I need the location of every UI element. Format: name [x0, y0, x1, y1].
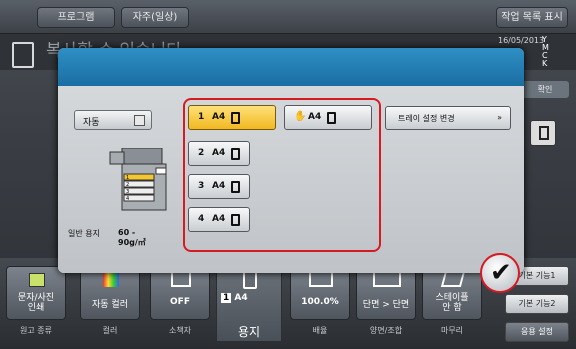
paper-icon [243, 271, 257, 289]
copy-icon [12, 42, 34, 68]
original-type-label: 원고 종류 [20, 326, 52, 335]
side-panel-button[interactable] [530, 120, 556, 146]
zoom-icon [309, 271, 333, 287]
auto-paper-checkbox [134, 115, 145, 126]
tray-2-size: A4 [212, 148, 226, 158]
tray-4-button[interactable]: 4 A4 [188, 207, 250, 232]
zoom-button[interactable]: 100.0% [290, 266, 350, 320]
paper-tab-label: 용지 [237, 325, 261, 339]
tray-4-size: A4 [212, 214, 226, 224]
paper-weight-line2: 90g/㎡ [118, 238, 146, 247]
bypass-tray-size: A4 [308, 112, 322, 122]
ok-button[interactable]: ✔ [480, 253, 520, 293]
paper-tab-size: 1 A4 [221, 293, 248, 303]
finishing-label: 마무리 [440, 326, 464, 335]
portrait-icon [231, 148, 240, 160]
portrait-icon [231, 214, 240, 226]
svg-text:3: 3 [126, 189, 129, 195]
tray-2-number: 2 [198, 148, 205, 158]
tray-2-button[interactable]: 2 A4 [188, 141, 250, 166]
svg-text:2: 2 [126, 182, 129, 188]
booklet-value: OFF [170, 297, 190, 307]
tray-3-number: 3 [198, 181, 205, 191]
basic-function-2-button[interactable]: 기본 기능2 [505, 294, 569, 314]
duplex-icon [373, 271, 401, 287]
tab-job-list[interactable]: 작업 목록 표시 [496, 7, 568, 28]
toner-indicator: Y M C K [542, 36, 568, 68]
toner-k: K [542, 59, 548, 68]
portrait-icon [231, 181, 240, 193]
zoom-label: 배율 [312, 326, 328, 335]
confirm-button[interactable]: 확인 [521, 81, 569, 98]
color-button[interactable]: 자동 컬러 [80, 266, 140, 320]
copier-screen: 프로그램 자주(일상) 작업 목록 표시 복사할 수 있습니다 16/05/20… [0, 0, 576, 349]
paper-weight: 60 - 90g/㎡ [118, 228, 146, 248]
duplex-label: 양면/조합 [369, 326, 403, 335]
color-icon [103, 273, 119, 287]
double-chevron-right-icon: » [497, 113, 502, 122]
original-type-value: 문자/사진 인쇄 [17, 293, 55, 313]
checkmark-icon: ✔ [490, 258, 512, 288]
change-tray-settings-label: 트레이 설정 변경 [398, 114, 455, 123]
paper-dialog: 자동 1 2 3 4 일반 용지 60 - 90g/㎡ 1 A4 2 A4 3 … [58, 48, 524, 273]
duplex-value: 단면 > 단면 [362, 300, 410, 310]
tab-program[interactable]: 프로그램 [37, 7, 115, 28]
color-value: 자동 컬러 [92, 300, 128, 310]
booklet-label: 소책자 [168, 326, 192, 335]
booklet-icon [171, 271, 191, 287]
paper-info: 일반 용지 60 - 90g/㎡ [68, 228, 146, 247]
duplex-button[interactable]: 단면 > 단면 [356, 266, 416, 320]
bypass-tray-button[interactable]: ✋ A4 [284, 105, 372, 130]
original-type-button[interactable]: 문자/사진 인쇄 [6, 266, 66, 320]
side-paper-icon [539, 126, 549, 140]
svg-text:1: 1 [126, 175, 129, 181]
tray-1-button[interactable]: 1 A4 [188, 105, 276, 130]
paper-tab-size-text: A4 [234, 293, 248, 303]
original-type-icon [29, 273, 45, 287]
color-label: 컬러 [102, 326, 118, 335]
paper-type-label: 일반 용지 [68, 229, 100, 238]
auto-paper-label: 자동 [83, 118, 100, 128]
machine-tray-diagram: 1 2 3 4 [109, 148, 167, 211]
dialog-header [58, 48, 524, 86]
tray-3-size: A4 [212, 181, 226, 191]
paper-tab-tray: 1 [221, 293, 232, 303]
top-bar: 프로그램 자주(일상) 작업 목록 표시 [0, 0, 576, 34]
tray-1-size: A4 [212, 112, 226, 122]
advanced-settings-button[interactable]: 응용 설정 [505, 322, 569, 342]
hand-icon: ✋ [294, 111, 307, 122]
portrait-icon [231, 112, 240, 124]
svg-text:4: 4 [126, 196, 129, 202]
finishing-icon [440, 271, 466, 287]
portrait-icon [327, 112, 336, 124]
paper-weight-line1: 60 - [118, 228, 136, 237]
tray-3-button[interactable]: 3 A4 [188, 174, 250, 199]
tab-register[interactable]: 자주(일상) [121, 7, 189, 28]
paper-tab[interactable]: 1 A4 용지 [216, 262, 282, 342]
auto-paper-button[interactable]: 자동 [74, 110, 152, 130]
finishing-button[interactable]: 스테이플 안 함 [422, 266, 482, 320]
change-tray-settings-button[interactable]: 트레이 설정 변경 » [385, 106, 511, 130]
zoom-value: 100.0% [301, 297, 339, 307]
tray-1-number: 1 [198, 112, 205, 122]
booklet-button[interactable]: OFF [150, 266, 210, 320]
tray-4-number: 4 [198, 214, 205, 224]
date-display: 16/05/2013 [498, 36, 545, 45]
finishing-value: 스테이플 안 함 [435, 293, 469, 313]
